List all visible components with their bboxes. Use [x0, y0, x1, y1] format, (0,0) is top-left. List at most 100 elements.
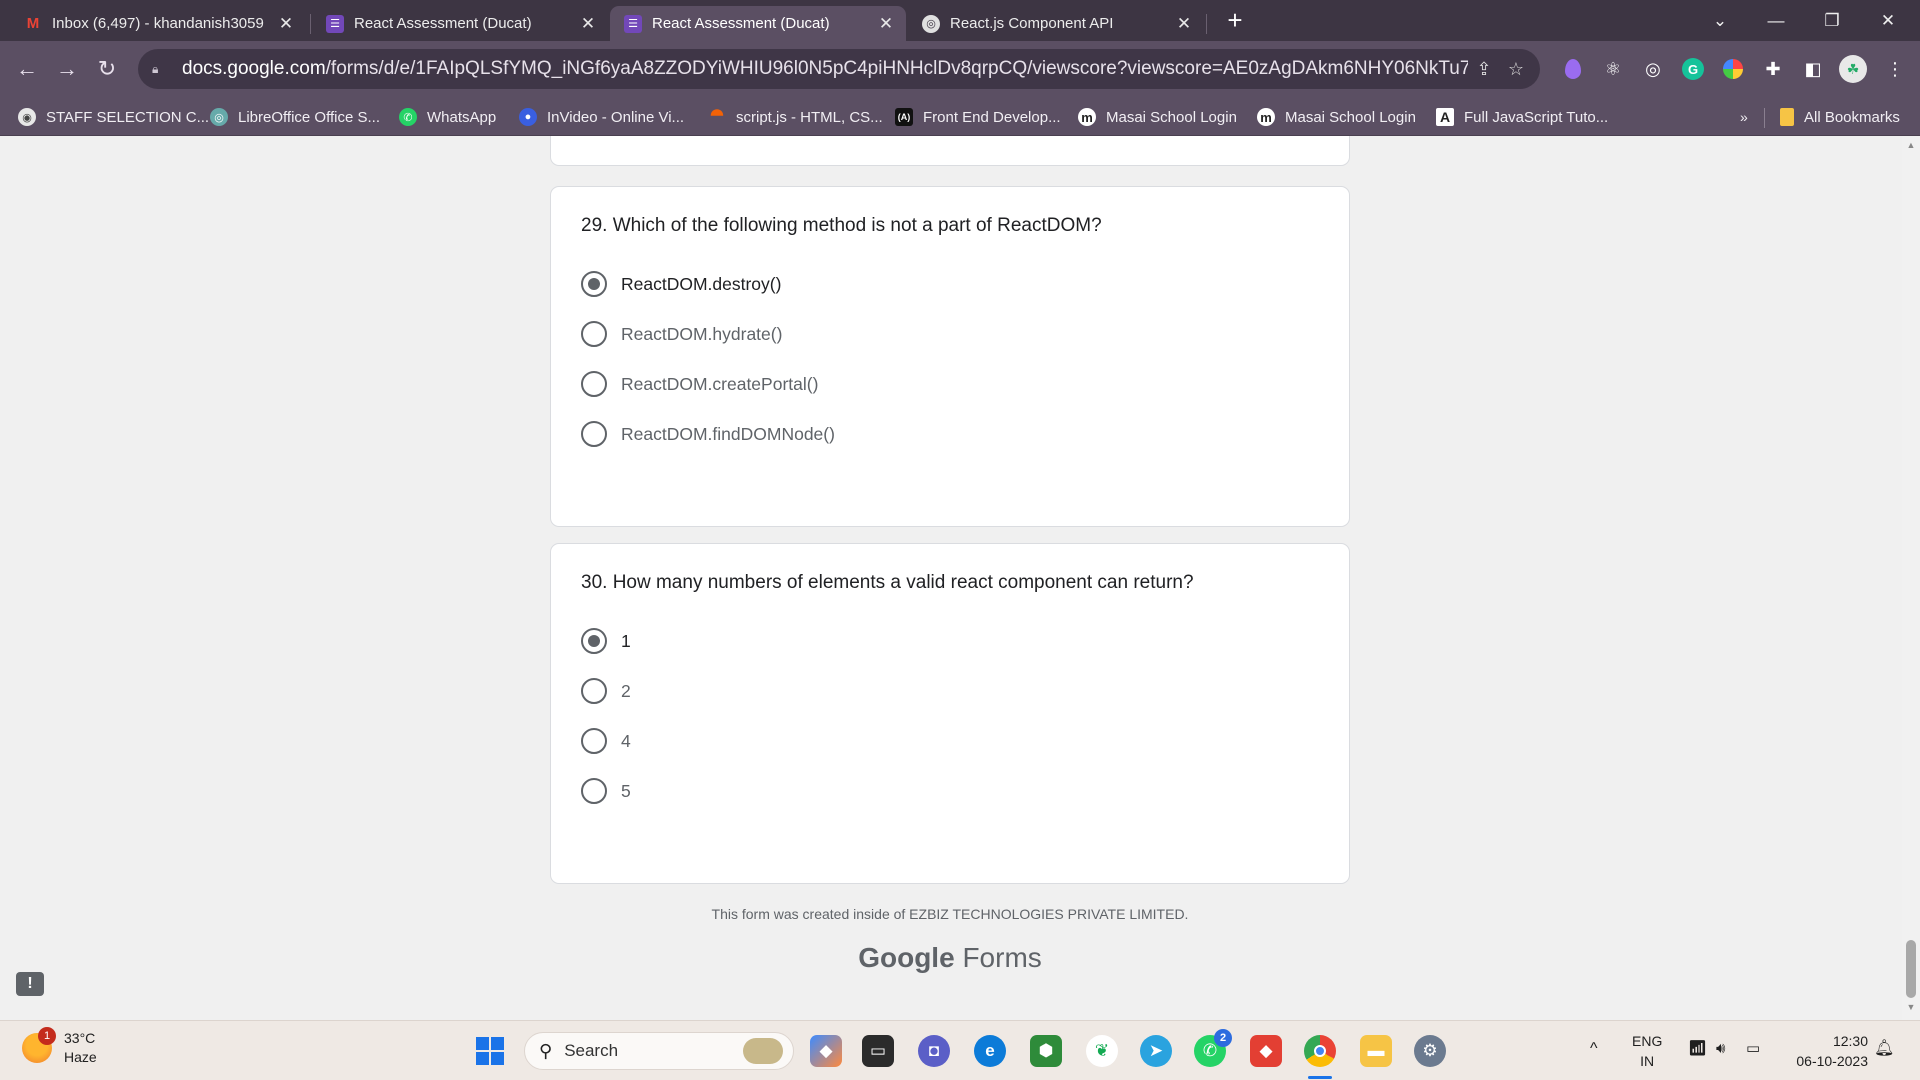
- windows-start-icon[interactable]: [474, 1035, 506, 1067]
- tab-title: React Assessment (Ducat): [652, 15, 830, 32]
- bookmark-item[interactable]: ✆ WhatsApp: [399, 105, 496, 129]
- tab-title: React Assessment (Ducat): [354, 15, 532, 32]
- url-text[interactable]: docs.google.com/forms/d/e/1FAIpQLSfYMQ_i…: [182, 58, 1468, 80]
- react-devtools-icon[interactable]: ⚛: [1598, 54, 1628, 84]
- answer-option[interactable]: ReactDOM.destroy(): [581, 271, 781, 297]
- show-hidden-icons-chevron-icon[interactable]: ^: [1590, 1039, 1598, 1059]
- close-window-button[interactable]: ✕: [1860, 0, 1916, 41]
- report-feedback-icon[interactable]: !: [16, 972, 44, 996]
- scroll-down-arrow-icon[interactable]: ▼: [1902, 1002, 1920, 1018]
- form-page: 29. Which of the following method is not…: [0, 136, 1920, 1020]
- close-icon[interactable]: ✕: [276, 14, 296, 34]
- reload-icon[interactable]: ↻: [90, 52, 124, 86]
- answer-option[interactable]: ReactDOM.hydrate(): [581, 321, 782, 347]
- battery-icon[interactable]: ▭: [1746, 1039, 1760, 1059]
- copilot-icon[interactable]: ◆: [810, 1035, 842, 1067]
- file-explorer-icon[interactable]: ▬: [1360, 1035, 1392, 1067]
- share-icon[interactable]: ⇪: [1468, 53, 1500, 85]
- bookmark-item[interactable]: ⯊ script.js - HTML, CS...: [708, 105, 883, 129]
- back-arrow-icon[interactable]: ←: [10, 52, 44, 86]
- option-label: ReactDOM.createPortal(): [621, 373, 819, 394]
- lock-icon: 🔒︎: [152, 62, 159, 76]
- volume-icon[interactable]: 🔊︎: [1716, 1039, 1725, 1059]
- menu-kebab-icon[interactable]: ⋮: [1880, 54, 1910, 84]
- extension-drop-icon[interactable]: [1558, 54, 1588, 84]
- answer-option[interactable]: 5: [581, 778, 631, 804]
- bookmark-label: Full JavaScript Tuto...: [1464, 108, 1609, 126]
- language-indicator[interactable]: ENG IN: [1632, 1031, 1662, 1071]
- answer-option[interactable]: 4: [581, 728, 631, 754]
- radio-button-checked[interactable]: [581, 628, 607, 654]
- nodejs-icon[interactable]: ⬢: [1030, 1035, 1062, 1067]
- radio-button[interactable]: [581, 728, 607, 754]
- taskbar-search-box[interactable]: ⚲ Search: [524, 1032, 794, 1070]
- bookmark-label: LibreOffice Office S...: [238, 108, 381, 126]
- grammarly-icon[interactable]: G: [1678, 54, 1708, 84]
- logo-forms-text: Forms: [962, 942, 1042, 973]
- restore-button[interactable]: ❐: [1804, 0, 1860, 41]
- tab-react-assessment[interactable]: ☰ React Assessment (Ducat) ✕: [312, 6, 608, 41]
- bookmark-item[interactable]: m Masai School Login: [1078, 105, 1237, 129]
- chatgpt-icon: ◎: [210, 108, 228, 126]
- tab-search-chevron-icon[interactable]: ⌄: [1692, 0, 1748, 41]
- task-view-icon[interactable]: ▭: [862, 1035, 894, 1067]
- all-bookmarks-button[interactable]: All Bookmarks: [1780, 105, 1900, 129]
- telegram-icon[interactable]: ➤: [1140, 1035, 1172, 1067]
- notifications-bell-icon[interactable]: 🔔︎: [1874, 1039, 1894, 1059]
- close-icon[interactable]: ✕: [876, 14, 896, 34]
- answer-option[interactable]: 1: [581, 628, 631, 654]
- bookmark-label: InVideo - Online Vi...: [547, 108, 685, 126]
- radio-button-checked[interactable]: [581, 271, 607, 297]
- bookmark-item[interactable]: (A) Front End Develop...: [895, 105, 1061, 129]
- minimize-button[interactable]: —: [1748, 0, 1804, 41]
- profile-avatar[interactable]: ☘: [1838, 54, 1868, 84]
- answer-option[interactable]: ReactDOM.createPortal(): [581, 371, 818, 397]
- google-forms-logo[interactable]: Google Forms: [0, 942, 1900, 974]
- mongodb-icon[interactable]: ❦: [1086, 1035, 1118, 1067]
- forward-arrow-icon[interactable]: →: [50, 52, 84, 86]
- close-icon[interactable]: ✕: [1174, 14, 1194, 34]
- scrollbar-thumb[interactable]: [1906, 940, 1916, 998]
- radio-button[interactable]: [581, 778, 607, 804]
- side-panel-icon[interactable]: ◧: [1798, 54, 1828, 84]
- chrome-icon[interactable]: [1304, 1035, 1336, 1067]
- radio-button[interactable]: [581, 678, 607, 704]
- extensions-puzzle-icon[interactable]: ✚: [1758, 54, 1788, 84]
- bookmark-label: Masai School Login: [1106, 108, 1237, 126]
- address-bar[interactable]: 🔒︎ docs.google.com/forms/d/e/1FAIpQLSfYM…: [138, 49, 1540, 89]
- clock[interactable]: 12:30 06-10-2023: [1784, 1031, 1868, 1071]
- gmail-icon: M: [26, 15, 40, 32]
- bookmark-item[interactable]: ◉ STAFF SELECTION C...: [18, 105, 209, 129]
- answer-option[interactable]: 2: [581, 678, 631, 704]
- radio-button[interactable]: [581, 421, 607, 447]
- teams-chat-icon[interactable]: ◘: [918, 1035, 950, 1067]
- new-tab-button[interactable]: +: [1220, 6, 1250, 36]
- close-icon[interactable]: ✕: [578, 14, 598, 34]
- bookmarks-overflow-button[interactable]: »: [1740, 105, 1748, 129]
- bookmark-item[interactable]: ◎ LibreOffice Office S...: [210, 105, 380, 129]
- page-scrollbar[interactable]: ▲ ▼: [1902, 136, 1920, 1020]
- whatsapp-icon[interactable]: ✆ 2: [1194, 1029, 1232, 1067]
- radio-button[interactable]: [581, 371, 607, 397]
- tab-gmail[interactable]: M Inbox (6,497) - khandanish3059 ✕: [10, 6, 306, 41]
- settings-gear-icon[interactable]: ⚙: [1414, 1035, 1446, 1067]
- radio-button[interactable]: [581, 321, 607, 347]
- weather-widget[interactable]: 1 33°C Haze: [22, 1027, 97, 1067]
- edge-icon[interactable]: e: [974, 1035, 1006, 1067]
- answer-option[interactable]: ReactDOM.findDOMNode(): [581, 421, 835, 447]
- bookmark-item[interactable]: A Full JavaScript Tuto...: [1436, 105, 1608, 129]
- bookmark-item[interactable]: ● InVideo - Online Vi...: [519, 105, 684, 129]
- tab-reactjs-component-api[interactable]: ◎ React.js Component API ✕: [908, 6, 1204, 41]
- scroll-up-arrow-icon[interactable]: ▲: [1902, 140, 1920, 156]
- bookmark-star-icon[interactable]: ☆: [1500, 53, 1532, 85]
- tab-react-assessment-active[interactable]: ☰ React Assessment (Ducat) ✕: [610, 6, 906, 41]
- a-icon: A: [1436, 108, 1454, 126]
- google-forms-icon: ☰: [624, 14, 642, 33]
- bookmark-item[interactable]: m Masai School Login: [1257, 105, 1416, 129]
- extension-target-icon[interactable]: ◎: [1638, 54, 1668, 84]
- color-picker-icon[interactable]: [1718, 54, 1748, 84]
- search-icon: ⚲: [539, 1040, 553, 1061]
- clock-time: 12:30: [1832, 1033, 1868, 1049]
- git-client-icon[interactable]: ◆: [1250, 1035, 1282, 1067]
- wifi-icon[interactable]: 📶︎: [1688, 1039, 1707, 1059]
